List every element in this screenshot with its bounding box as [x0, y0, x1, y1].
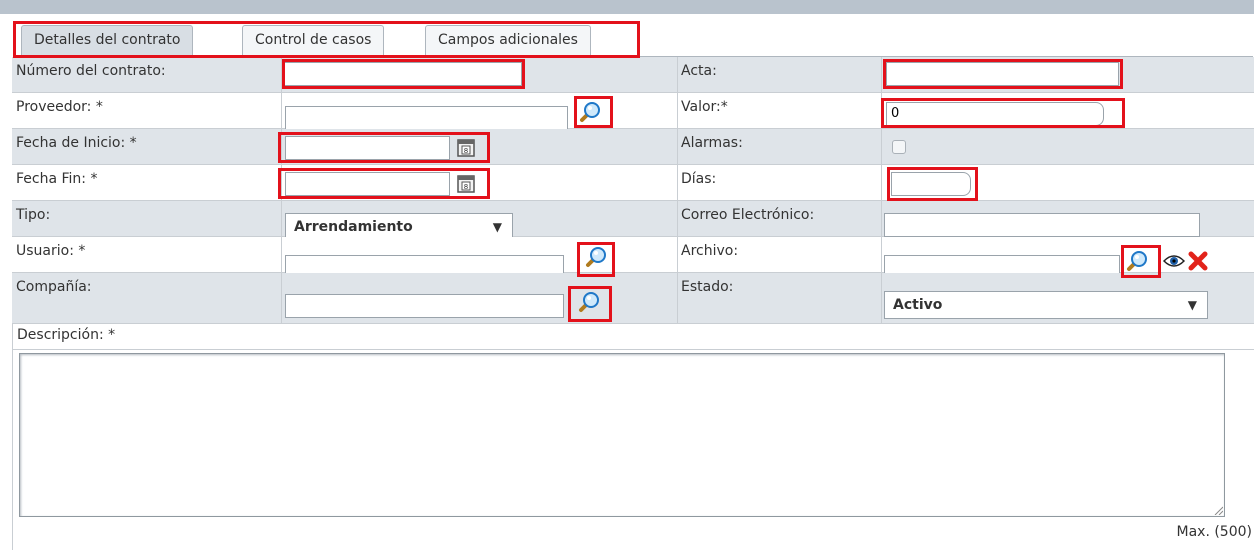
descripcion-label: Descripción: *	[17, 327, 116, 343]
top-bar	[0, 0, 1254, 14]
chevron-down-icon: ▼	[1187, 298, 1197, 312]
proveedor-label: Proveedor: *	[16, 99, 103, 115]
resize-handle-icon[interactable]	[1213, 505, 1223, 515]
delete-icon[interactable]	[1187, 250, 1209, 272]
eye-icon[interactable]	[1163, 253, 1185, 269]
usuario-label: Usuario: *	[16, 243, 86, 259]
compania-input[interactable]	[285, 294, 564, 318]
dias-label: Días:	[681, 171, 717, 187]
row-proveedor-valor: Proveedor: * Valor:* 0	[12, 93, 1254, 130]
tipo-label: Tipo:	[16, 207, 51, 223]
row-fecha-inicio-alarmas: Fecha de Inicio: * 8 Alarmas:	[12, 129, 1254, 165]
row-tipo-correo: Tipo: Arrendamiento ▼ Correo Electrónico…	[12, 201, 1254, 241]
alarmas-label: Alarmas:	[681, 135, 743, 151]
correo-input[interactable]	[884, 213, 1200, 237]
numero-label: Número del contrato:	[16, 63, 166, 79]
row-compania-estado: Compañía: Estado: Activo ▼	[12, 273, 1254, 324]
acta-label: Acta:	[681, 63, 717, 79]
descripcion-textarea[interactable]	[19, 353, 1225, 517]
fecha-inicio-label: Fecha de Inicio: *	[16, 135, 137, 151]
alarmas-checkbox[interactable]	[892, 140, 906, 154]
row-numero-acta: Número del contrato: Acta:	[12, 57, 1254, 93]
row-fecha-fin-dias: Fecha Fin: * 8 Días:	[12, 165, 1254, 201]
correo-label: Correo Electrónico:	[681, 207, 815, 223]
row-usuario-archivo: Usuario: * Archivo:	[12, 237, 1254, 279]
max-length-label: Max. (500)	[1176, 524, 1253, 540]
fecha-fin-label: Fecha Fin: *	[16, 171, 98, 187]
estado-label: Estado:	[681, 279, 734, 295]
valor-label: Valor:*	[681, 99, 728, 115]
archivo-label: Archivo:	[681, 243, 739, 259]
tabs-highlight	[13, 21, 640, 58]
estado-select[interactable]: Activo ▼	[884, 291, 1208, 319]
proveedor-input[interactable]	[285, 106, 568, 130]
row-descripcion: Descripción: *	[12, 324, 1254, 350]
compania-label: Compañía:	[16, 279, 92, 295]
